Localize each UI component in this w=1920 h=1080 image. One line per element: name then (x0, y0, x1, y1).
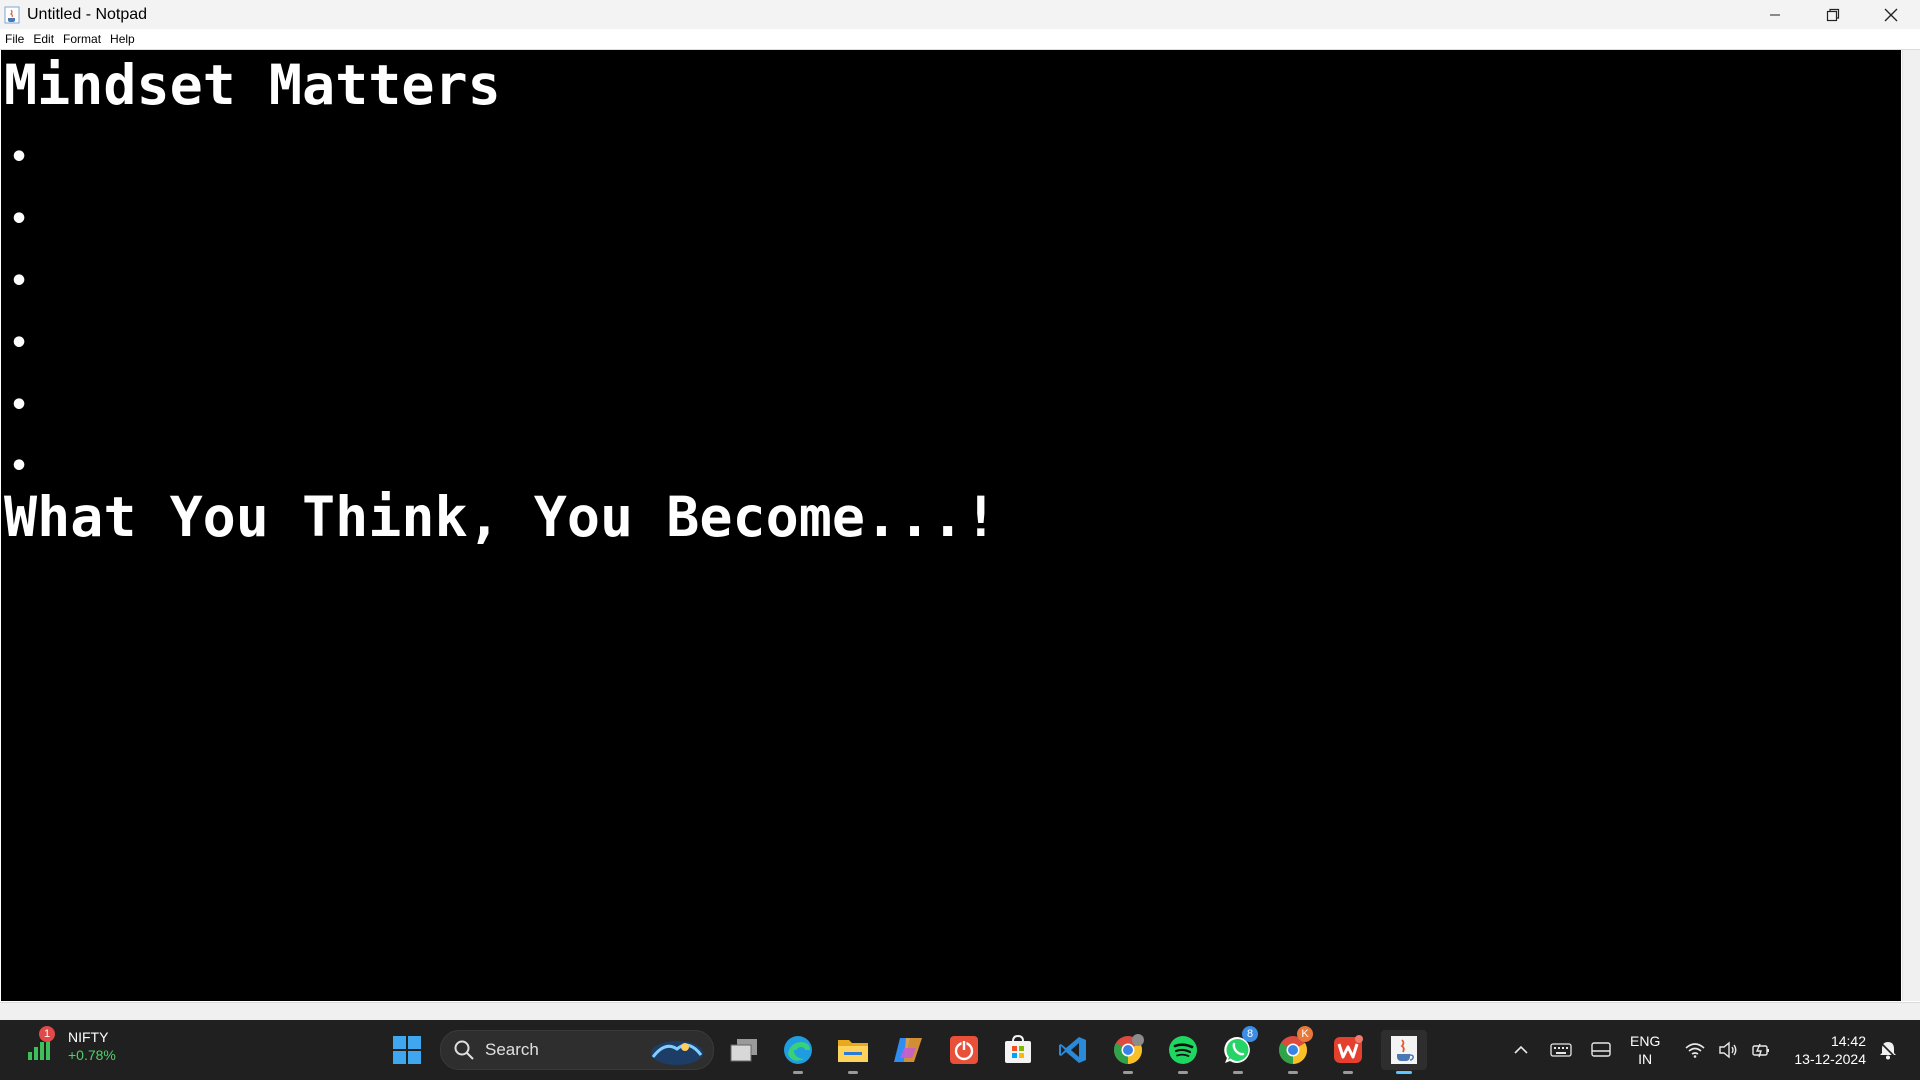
language-code: ENG (1630, 1033, 1661, 1049)
widget-badge: 1 (39, 1026, 55, 1042)
bullet-line: • (10, 140, 29, 175)
region-code: IN (1638, 1051, 1653, 1067)
close-icon (1884, 8, 1898, 21)
taskbar: 1 NIFTY +0.78% Search 8 K ENG IN 14:42 1… (0, 1020, 1920, 1080)
display-tray-button[interactable] (1583, 1030, 1619, 1070)
running-indicator (793, 1071, 803, 1074)
java-cup-icon (3, 6, 21, 24)
vscode-icon (1059, 1037, 1086, 1063)
wps-office-icon (1334, 1035, 1363, 1063)
menu-format[interactable]: Format (59, 32, 105, 46)
bullet-line: • (10, 449, 29, 484)
menu-bar: File Edit Format Help (0, 29, 1920, 50)
bullet-line: • (10, 264, 29, 299)
title-bar: Untitled - Notpad (0, 0, 1920, 29)
copilot-icon (894, 1038, 922, 1062)
clock-date: 13-12-2024 (1794, 1051, 1866, 1067)
close-button[interactable] (1862, 0, 1920, 29)
restore-button[interactable] (1804, 0, 1862, 29)
spotify-icon (1169, 1036, 1197, 1064)
file-explorer-button[interactable] (833, 1030, 873, 1074)
search-highlight-icon (651, 1041, 703, 1065)
whatsapp-button[interactable]: 8 (1218, 1026, 1258, 1074)
bullet-line: • (10, 388, 29, 423)
store-button[interactable] (998, 1030, 1038, 1070)
store-icon (1005, 1035, 1031, 1063)
running-indicator (1343, 1071, 1353, 1074)
chrome-profile-badge: K (1297, 1026, 1313, 1042)
power-app-button[interactable] (944, 1030, 984, 1070)
keyboard-icon (1550, 1043, 1572, 1057)
menu-help[interactable]: Help (106, 32, 139, 46)
volume-icon (1719, 1041, 1737, 1059)
battery-icon (1752, 1043, 1770, 1058)
folder-icon (838, 1040, 868, 1062)
running-indicator (1123, 1071, 1133, 1074)
copilot-button[interactable] (888, 1030, 928, 1070)
text-editor[interactable]: Mindset Matters • • • • • • What You Thi… (1, 50, 1901, 1001)
wps-office-button[interactable] (1328, 1030, 1368, 1074)
windows-logo-icon (393, 1036, 421, 1064)
power-icon (950, 1036, 978, 1064)
bullet-line: • (10, 202, 29, 237)
chevron-up-icon (1514, 1045, 1528, 1054)
running-indicator (1233, 1071, 1243, 1074)
display-icon (1591, 1042, 1611, 1057)
keyboard-tray-button[interactable] (1543, 1030, 1579, 1070)
task-view-button[interactable] (724, 1030, 764, 1070)
whatsapp-badge: 8 (1242, 1026, 1258, 1042)
edge-button[interactable] (778, 1030, 818, 1074)
search-icon (454, 1040, 474, 1060)
minimize-icon (1770, 14, 1780, 15)
menu-edit[interactable]: Edit (29, 32, 58, 46)
heading-line: Mindset Matters (4, 53, 501, 117)
running-indicator (1178, 1071, 1188, 1074)
show-hidden-icons-button[interactable] (1503, 1030, 1539, 1070)
market-widget[interactable]: 1 NIFTY +0.78% (22, 1026, 116, 1064)
widget-change: +0.78% (68, 1047, 116, 1063)
clock[interactable]: 14:42 13-12-2024 (1794, 1032, 1866, 1068)
restore-icon (1826, 8, 1840, 21)
running-indicator (1288, 1071, 1298, 1074)
window-title: Untitled - Notpad (27, 5, 148, 23)
quote-line: What You Think, You Become...! (4, 485, 998, 549)
notification-bell-icon (1880, 1042, 1896, 1060)
stock-chart-icon: 1 (22, 1026, 58, 1064)
clock-time: 14:42 (1830, 1033, 1866, 1049)
wifi-icon (1685, 1043, 1705, 1058)
chrome-button[interactable] (1108, 1030, 1148, 1074)
horizontal-scrollbar[interactable] (0, 1002, 1920, 1020)
window-controls (1746, 0, 1920, 29)
search-box[interactable]: Search (440, 1030, 714, 1070)
widget-title: NIFTY (68, 1029, 109, 1045)
minimize-button[interactable] (1746, 0, 1804, 29)
chrome-icon (1114, 1034, 1144, 1064)
vertical-scrollbar[interactable] (1902, 50, 1920, 1001)
chrome-profile-button[interactable]: K (1273, 1026, 1313, 1074)
java-cup-icon (1391, 1036, 1417, 1064)
vscode-button[interactable] (1053, 1030, 1093, 1070)
spotify-button[interactable] (1163, 1030, 1203, 1074)
system-status-button[interactable] (1678, 1030, 1778, 1070)
bullet-line: • (10, 326, 29, 361)
language-indicator[interactable]: ENG IN (1630, 1032, 1660, 1068)
start-button[interactable] (387, 1030, 427, 1070)
running-indicator (848, 1071, 858, 1074)
search-label: Search (485, 1040, 539, 1059)
active-indicator (1396, 1071, 1412, 1074)
notpad-taskbar-button[interactable] (1381, 1030, 1427, 1074)
task-view-icon (730, 1039, 757, 1062)
notifications-button[interactable] (1872, 1030, 1904, 1070)
menu-file[interactable]: File (1, 32, 28, 46)
edge-icon (784, 1036, 812, 1064)
